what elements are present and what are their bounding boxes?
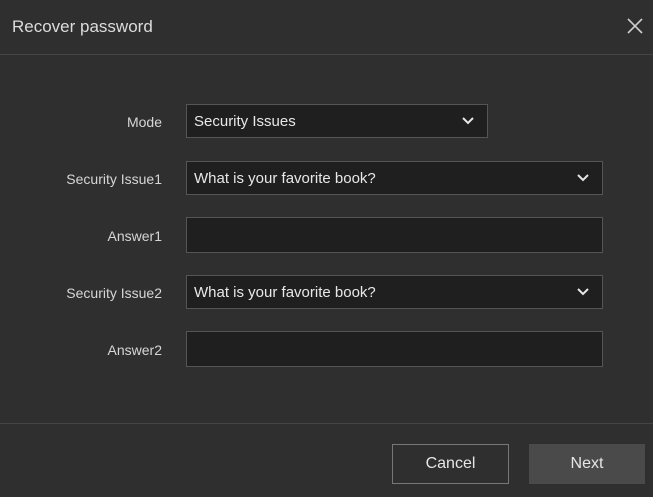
security-issue2-label: Security Issue2 xyxy=(66,285,162,301)
cancel-button[interactable]: Cancel xyxy=(392,444,509,484)
security-issue1-select-value: What is your favorite book? xyxy=(194,170,376,187)
mode-select[interactable]: Security Issues xyxy=(186,104,488,138)
security-issue1-label: Security Issue1 xyxy=(66,171,162,187)
answer2-label: Answer2 xyxy=(107,342,162,358)
security-issue1-select[interactable]: What is your favorite book? xyxy=(186,161,603,195)
security-issue2-select[interactable]: What is your favorite book? xyxy=(186,275,603,309)
mode-label: Mode xyxy=(126,114,162,130)
chevron-down-icon xyxy=(577,174,589,182)
recover-password-dialog: Recover password Mode Security Issues Se… xyxy=(0,0,653,497)
chevron-down-icon xyxy=(577,288,589,296)
security-issue2-select-value: What is your favorite book? xyxy=(194,284,376,301)
answer2-input[interactable] xyxy=(186,331,603,367)
dialog-titlebar: Recover password xyxy=(0,0,653,55)
footer-divider xyxy=(0,423,653,424)
dialog-title: Recover password xyxy=(12,17,153,36)
answer1-label: Answer1 xyxy=(107,228,162,244)
mode-select-value: Security Issues xyxy=(194,113,296,130)
close-icon[interactable] xyxy=(623,14,647,38)
chevron-down-icon xyxy=(462,117,474,125)
next-button[interactable]: Next xyxy=(529,444,645,484)
answer1-input[interactable] xyxy=(186,217,603,253)
